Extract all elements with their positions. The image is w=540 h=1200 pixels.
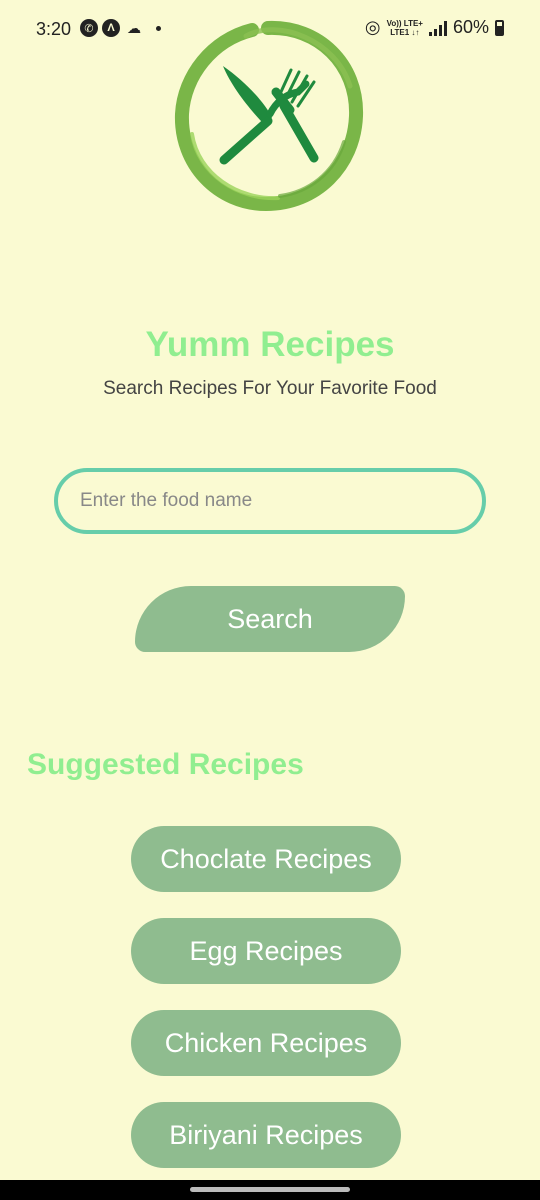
battery-icon [495,19,504,36]
app-title: Yumm Recipes [145,325,395,364]
fork-icon [266,68,319,163]
biriyani-recipes-button[interactable]: Biriyani Recipes [131,1102,401,1168]
search-button[interactable]: Search [135,586,405,652]
whatsapp-icon: ✆ [80,19,98,37]
signal-icon [428,20,447,36]
app-logo [174,20,364,212]
a-icon: Λ [102,19,120,37]
status-time: 3:20 [36,19,72,39]
chocolate-recipes-button[interactable]: Choclate Recipes [131,826,401,892]
status-notification-icons: ✆ Λ ☁ [80,19,161,37]
network-top-label: Vo)) LTE+ [386,18,423,28]
more-notifications-icon [156,25,161,31]
navigation-bar [0,1180,540,1200]
network-bottom-label: LTE1 ↓↑ [390,27,420,37]
status-system-icons: ◎ Vo)) LTE+ LTE1 ↓↑ 60% [365,17,504,38]
egg-recipes-button[interactable]: Egg Recipes [131,918,401,984]
app-subtitle: Search Recipes For Your Favorite Food [103,378,437,399]
knife-icon [219,66,273,165]
food-search-input[interactable] [54,468,486,534]
network-indicator: Vo)) LTE+ LTE1 ↓↑ [387,19,423,37]
games-icon: ☁ [127,19,141,36]
chicken-recipes-button[interactable]: Chicken Recipes [131,1010,401,1076]
battery-percent: 60% [452,17,489,37]
suggested-recipes-heading: Suggested Recipes [27,748,304,781]
home-gesture-handle[interactable] [190,1187,350,1192]
